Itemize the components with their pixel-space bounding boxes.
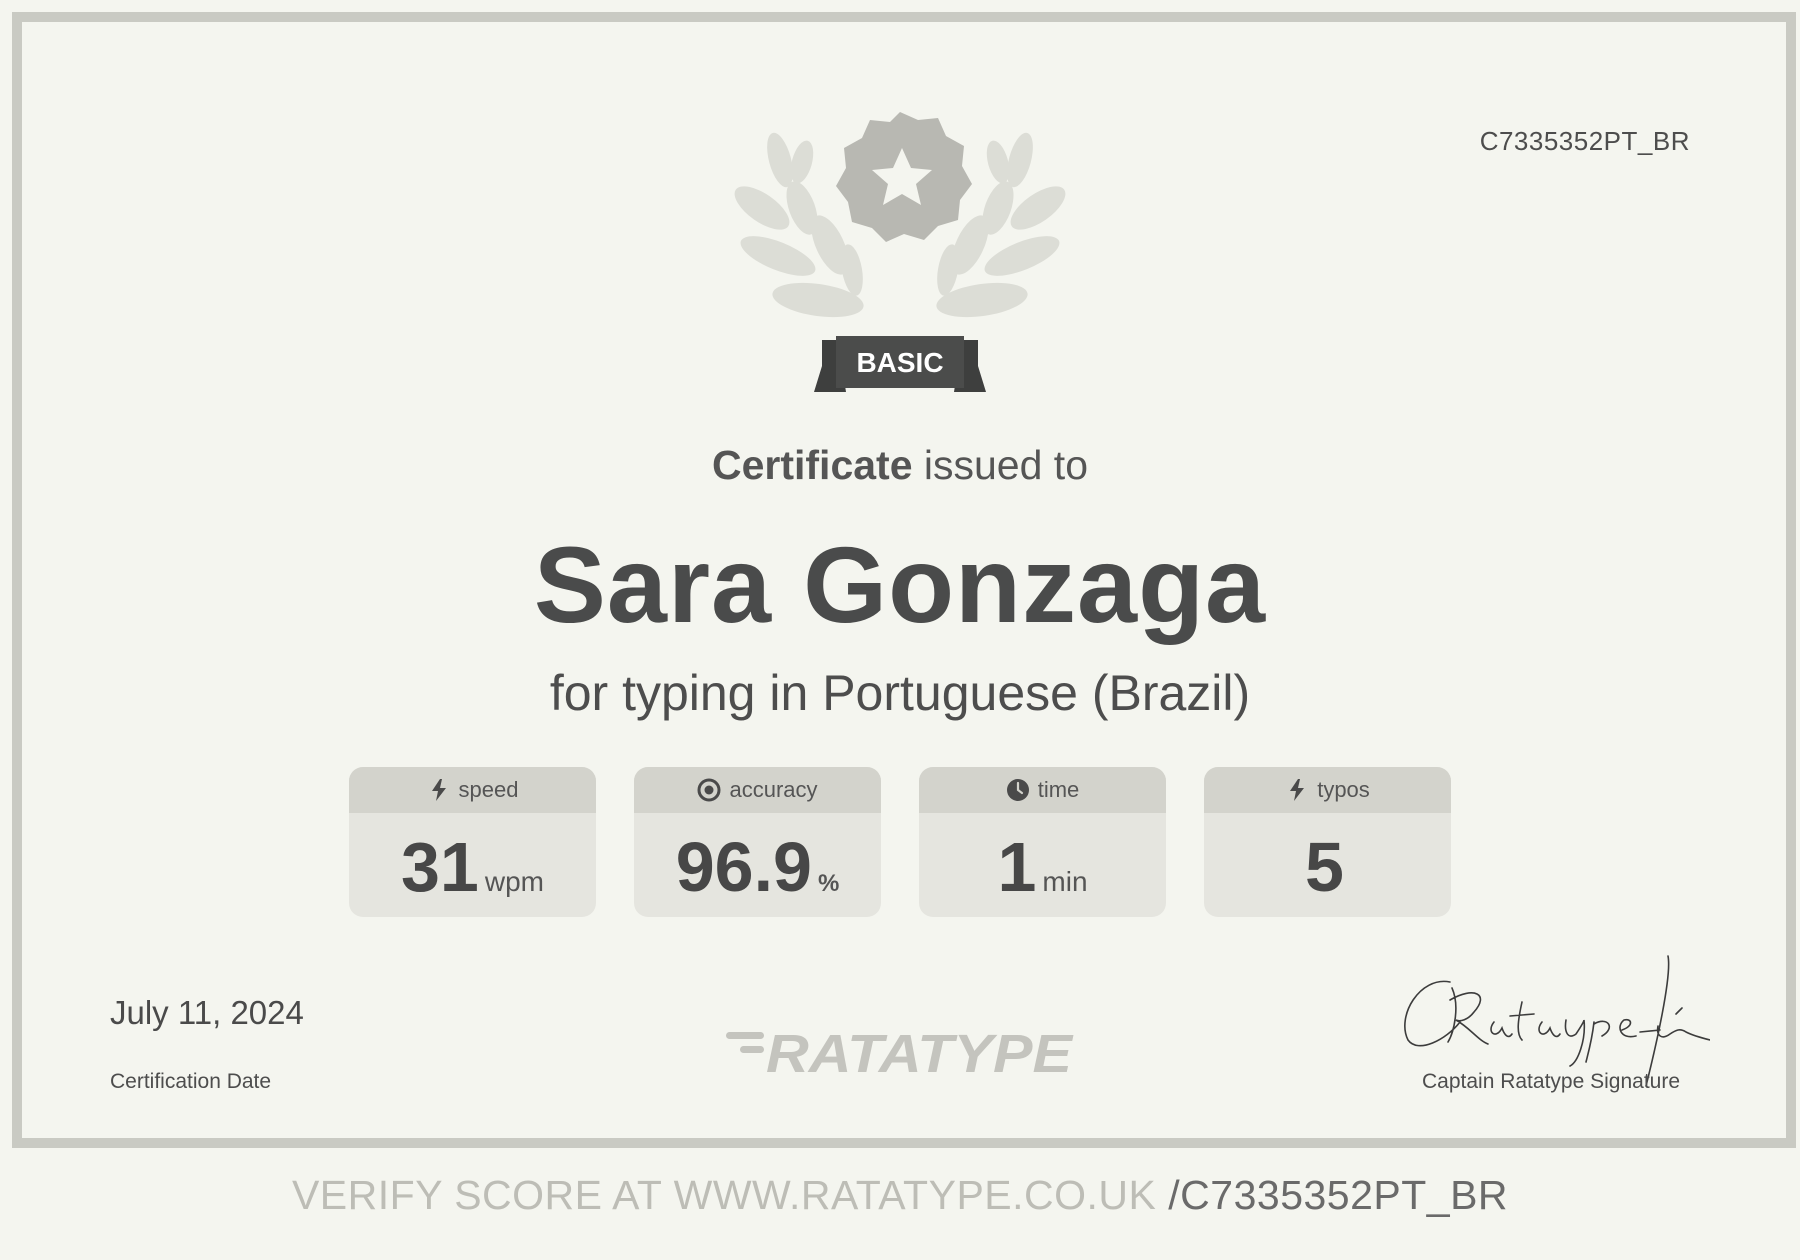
stat-card-typos: typos 5: [1204, 767, 1451, 917]
lightning-icon: [1290, 779, 1305, 801]
stats-row: speed 31 wpm accuracy 96.9 % time 1 min …: [349, 767, 1451, 917]
stat-value: 31: [401, 828, 479, 906]
clock-icon: [1006, 779, 1029, 801]
stat-header: accuracy: [634, 767, 881, 813]
stat-body: 96.9 %: [634, 813, 881, 917]
recipient-name: Sara Gonzaga: [533, 524, 1267, 645]
verify-score-line: VERIFY SCORE AT WWW.RATATYPE.CO.UK /C733…: [0, 1172, 1800, 1219]
badge-label: BASIC: [856, 347, 943, 378]
stat-header: typos: [1204, 767, 1451, 813]
certificate-heading: Certificate issued to: [0, 442, 1800, 489]
stat-card-speed: speed 31 wpm: [349, 767, 596, 917]
heading-strong: Certificate: [711, 442, 913, 488]
heading-rest: issued to: [912, 442, 1088, 488]
stat-body: 31 wpm: [349, 813, 596, 917]
certificate-id: C7335352PT_BR: [1479, 126, 1690, 156]
stat-unit: min: [1042, 866, 1088, 897]
stat-value: 96.9: [675, 828, 812, 906]
certification-date: July 11, 2024: [110, 994, 304, 1031]
course-description: for typing in Portuguese (Brazil): [549, 665, 1251, 721]
stat-card-accuracy: accuracy 96.9 %: [634, 767, 881, 917]
stat-label: typos: [1317, 777, 1370, 802]
certification-date-label: Certification Date: [110, 1070, 272, 1093]
stat-body: 1 min: [919, 813, 1166, 917]
stat-value: 1: [997, 828, 1037, 906]
ratatype-logo: RATATYPE: [726, 1024, 1074, 1082]
verify-prefix: VERIFY SCORE AT WWW.RATATYPE.CO.UK: [291, 1172, 1169, 1218]
target-icon: [697, 778, 721, 802]
stat-unit: %: [817, 870, 840, 897]
basic-level-emblem: BASIC: [734, 112, 1066, 392]
signature-label: Captain Ratatype Signature: [1422, 1070, 1680, 1093]
star-seal-icon: [836, 112, 972, 242]
stat-label: time: [1037, 777, 1080, 802]
verify-id: /C7335352PT_BR: [1168, 1172, 1509, 1218]
lightning-icon: [431, 779, 446, 801]
stat-body: 5: [1204, 813, 1451, 917]
stat-label: speed: [458, 777, 519, 802]
svg-text:RATATYPE: RATATYPE: [766, 1024, 1074, 1082]
stat-card-time: time 1 min: [919, 767, 1166, 917]
stat-header: speed: [349, 767, 596, 813]
stat-label: accuracy: [729, 777, 818, 802]
stat-unit: wpm: [484, 866, 544, 897]
stat-value: 5: [1305, 828, 1344, 906]
stat-header: time: [919, 767, 1166, 813]
